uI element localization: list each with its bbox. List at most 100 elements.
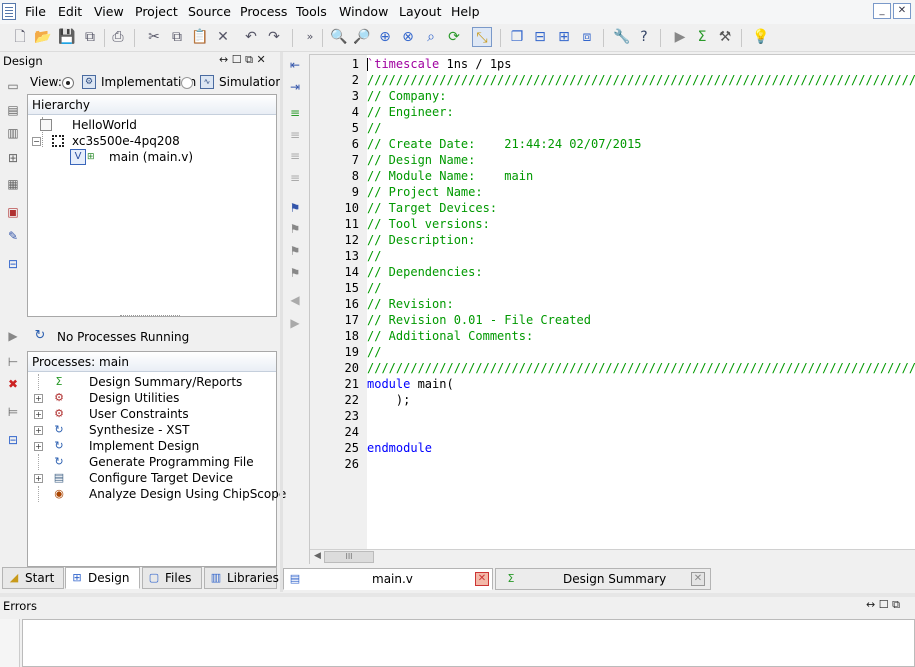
tab-libraries[interactable]: ▥ Libraries (204, 567, 279, 589)
clear-bookmarks-icon[interactable]: ⚑ (287, 265, 303, 281)
process-table-icon[interactable]: ⊟ (5, 432, 21, 448)
comment-icon[interactable]: ≡ (287, 105, 303, 121)
zoom-out-icon[interactable]: 🔎 (352, 27, 372, 47)
forward-icon[interactable]: ▶ (287, 315, 303, 331)
code-editor[interactable]: 1 2 3 4 5 6 7 8 9 10 11 12 13 14 15 16 17 18 19 20 21 22 23 24 2… (309, 54, 915, 564)
menu-file[interactable]: File (25, 4, 46, 19)
process-properties-icon[interactable]: ⊨ (5, 404, 21, 420)
close-button[interactable]: ✕ (893, 3, 911, 19)
cascade-icon[interactable]: ❐ (507, 27, 527, 47)
run-icon[interactable]: ▶ (670, 27, 690, 47)
toggle-comment-icon[interactable]: ≡ (287, 148, 303, 164)
zoom-full-icon[interactable]: ⊗ (398, 27, 418, 47)
horizontal-splitter[interactable] (0, 593, 915, 597)
back-icon[interactable]: ◀ (287, 292, 303, 308)
menu-tools[interactable]: Tools (296, 4, 327, 19)
process-item[interactable]: Σ Design Summary/Reports (28, 374, 276, 390)
open-folder-icon[interactable]: 📂 (33, 27, 53, 47)
zoom-select-icon[interactable]: ⌕ (421, 27, 441, 47)
hierarchy-view-icon[interactable]: ⊞ (5, 150, 21, 166)
save-all-icon[interactable]: ⧉ (80, 27, 100, 47)
minimize-button[interactable]: _ (873, 3, 891, 19)
process-item[interactable]: + ↻ Synthesize - XST (28, 422, 276, 438)
menu-window[interactable]: Window (339, 4, 388, 19)
process-item[interactable]: + ⚙ Design Utilities (28, 390, 276, 406)
expand-toggle[interactable]: + (34, 474, 43, 483)
implementation-radio[interactable] (62, 77, 74, 89)
device-collapse-toggle[interactable]: − (32, 137, 41, 146)
wrench-icon[interactable]: 🔧 (612, 27, 632, 47)
process-item[interactable]: + ↻ Implement Design (28, 438, 276, 454)
float-panel-icon[interactable]: ↔ (219, 53, 228, 66)
next-bookmark-icon[interactable]: ⚑ (287, 221, 303, 237)
tile-horizontal-icon[interactable]: ⊟ (530, 27, 550, 47)
close-tab-icon[interactable]: ✕ (475, 572, 489, 586)
add-copy-icon[interactable]: ▥ (5, 125, 21, 141)
hierarchy-icon[interactable]: ⤡ (472, 27, 492, 47)
indent-left-icon[interactable]: ⇤ (287, 57, 303, 73)
menu-edit[interactable]: Edit (58, 4, 82, 19)
tree-item-main[interactable]: V ⊞ main (main.v) (70, 149, 270, 165)
delete-icon[interactable]: ✕ (213, 27, 233, 47)
indent-right-icon[interactable]: ⇥ (287, 79, 303, 95)
simulation-label[interactable]: Simulation (219, 75, 283, 89)
process-item[interactable]: + ⚙ User Constraints (28, 406, 276, 422)
process-item[interactable]: ↻ Generate Programming File (28, 454, 276, 470)
zoom-in-icon[interactable]: 🔍 (329, 27, 349, 47)
tab-design[interactable]: ⊞ Design (65, 567, 140, 589)
scroll-left-icon[interactable]: ◀ (314, 551, 321, 561)
process-item[interactable]: + ▤ Configure Target Device (28, 470, 276, 486)
tile-vertical-icon[interactable]: ⊞ (554, 27, 574, 47)
tab-files[interactable]: ▢ Files (142, 567, 202, 589)
tab-main-v[interactable]: ▤ main.v ✕ (283, 568, 493, 590)
stop-process-icon[interactable]: ✖ (5, 376, 21, 392)
bookmark-icon[interactable]: ⚑ (287, 200, 303, 216)
redo-icon[interactable]: ↷ (264, 27, 284, 47)
restore-panel-icon[interactable]: ⧉ (245, 53, 253, 66)
menu-project[interactable]: Project (135, 4, 178, 19)
properties-icon[interactable]: ▦ (5, 176, 21, 192)
expand-toggle[interactable]: + (34, 410, 43, 419)
tree-item-device[interactable]: − xc3s500e-4pq208 (32, 133, 232, 149)
scroll-thumb[interactable]: III (324, 551, 374, 563)
undo-icon[interactable]: ↶ (241, 27, 261, 47)
errors-float-icon[interactable]: ↔ (866, 598, 875, 611)
new-file-icon[interactable]: 🗋 (10, 27, 30, 47)
tab-start[interactable]: ◢ Start (2, 567, 64, 589)
horizontal-scrollbar[interactable]: ◀ III (310, 549, 915, 564)
toolbar-overflow-icon[interactable]: » (300, 27, 320, 47)
save-icon[interactable]: 💾 (57, 27, 77, 47)
chipscope-icon[interactable]: ⚒ (715, 27, 735, 47)
vertical-splitter[interactable] (280, 52, 283, 592)
menu-source[interactable]: Source (188, 4, 231, 19)
design-summary-icon[interactable]: Σ (692, 27, 712, 47)
tab-design-summary[interactable]: Σ Design Summary ✕ (495, 568, 711, 590)
run-process-icon[interactable]: ▶ (5, 328, 21, 344)
cut-icon[interactable]: ✂ (144, 27, 164, 47)
process-tree-icon[interactable]: ⊢ (5, 354, 21, 370)
errors-maximize-icon[interactable]: ☐ (879, 598, 889, 611)
context-help-icon[interactable]: ? (634, 27, 654, 47)
chip-icon[interactable]: ▣ (5, 204, 21, 220)
menu-view[interactable]: View (94, 4, 124, 19)
format-icon[interactable]: ≡ (287, 170, 303, 186)
expand-toggle[interactable]: + (34, 394, 43, 403)
simulation-radio[interactable] (181, 77, 193, 89)
errors-restore-icon[interactable]: ⧉ (892, 598, 900, 611)
paste-icon[interactable]: 📋 (190, 27, 210, 47)
table-icon[interactable]: ⊟ (5, 256, 21, 272)
copy-icon[interactable]: ⧉ (167, 27, 187, 47)
zoom-fit-icon[interactable]: ⊕ (375, 27, 395, 47)
refresh-icon[interactable]: ⟳ (444, 27, 464, 47)
close-summary-tab-icon[interactable]: ✕ (691, 572, 705, 586)
add-source-icon[interactable]: ▤ (5, 102, 21, 118)
maximize-panel-icon[interactable]: ☐ (232, 53, 242, 66)
prev-bookmark-icon[interactable]: ⚑ (287, 243, 303, 259)
edit-doc-icon[interactable]: ✎ (5, 228, 21, 244)
expand-toggle[interactable]: + (34, 426, 43, 435)
lightbulb-icon[interactable]: 💡 (751, 27, 771, 47)
menu-process[interactable]: Process (240, 4, 287, 19)
uncomment-icon[interactable]: ≡ (287, 127, 303, 143)
menu-help[interactable]: Help (451, 4, 480, 19)
close-panel-icon[interactable]: ✕ (256, 53, 265, 66)
